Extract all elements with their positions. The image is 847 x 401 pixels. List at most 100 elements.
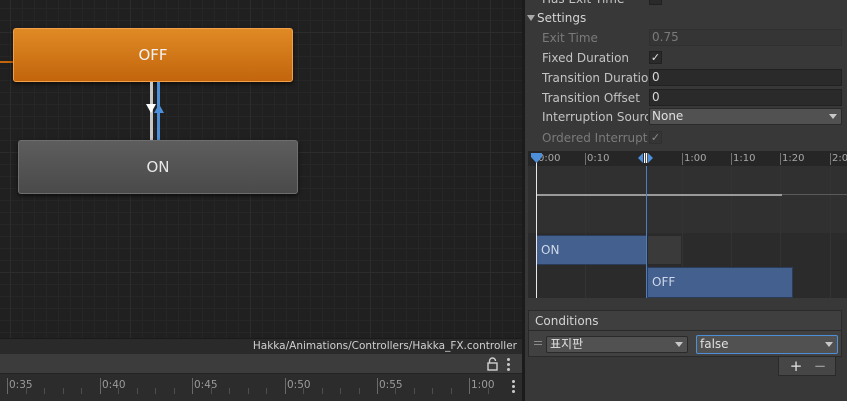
condition-parameter-value: 표지판: [550, 337, 584, 351]
kebab-menu-icon[interactable]: [512, 380, 515, 393]
ordered-interruption-label: Ordered Interruption: [542, 131, 648, 145]
preview-ruler-label: 2:0: [832, 153, 847, 164]
ruler-minor-tick: [451, 388, 452, 394]
lock-icon[interactable]: [487, 357, 498, 371]
ruler-tick: [100, 378, 101, 394]
dropdown-arrow-icon: [825, 342, 833, 347]
ruler-tick: [377, 378, 378, 394]
timeline-ruler[interactable]: 0:35 0:40 0:45 0:50 0:55 1:00: [0, 374, 522, 401]
ruler-minor-tick: [359, 388, 360, 394]
ruler-minor-tick: [340, 388, 341, 394]
blend-curve-tail: [782, 194, 847, 195]
transition-marker-line: [646, 166, 647, 298]
preview-tick: [682, 153, 683, 165]
has-exit-time-checkbox[interactable]: [649, 0, 662, 5]
transition-offset-field[interactable]: 0: [649, 89, 842, 106]
ruler-minor-tick: [81, 388, 82, 394]
transition-timeline-preview[interactable]: 0:00 0:10 1:00 1:10 1:20 2:0 ON OFF: [528, 151, 847, 298]
preview-tick: [731, 153, 732, 165]
condition-value-dropdown[interactable]: false: [696, 335, 838, 354]
interruption-source-dropdown[interactable]: None: [649, 108, 842, 125]
condition-row[interactable]: 표지판 false: [528, 331, 842, 357]
ruler-minor-tick: [395, 388, 396, 394]
ruler-tick: [469, 378, 470, 394]
incoming-transition-line: [0, 61, 13, 63]
source-state-bar[interactable]: ON: [536, 235, 647, 265]
state-node-on-label: ON: [146, 158, 170, 176]
destination-state-bar-label: OFF: [652, 275, 676, 289]
dropdown-arrow-icon: [829, 114, 837, 119]
settings-header-label: Settings: [537, 11, 587, 25]
ruler-label: 0:35: [9, 379, 33, 391]
ruler-minor-tick: [229, 388, 230, 394]
condition-parameter-dropdown[interactable]: 표지판: [546, 336, 688, 353]
exit-time-row: Exit Time 0.75: [525, 28, 847, 48]
preview-ruler-label: 1:20: [782, 153, 805, 164]
controller-path-bar: Hakka/Animations/Controllers/Hakka_FX.co…: [0, 338, 522, 354]
ruler-tick: [285, 378, 286, 394]
state-node-off-label: OFF: [138, 46, 168, 64]
transition-duration-field[interactable]: 0: [649, 69, 842, 86]
ruler-minor-tick: [248, 388, 249, 394]
bottom-toolbar: [0, 354, 522, 374]
animator-graph-canvas[interactable]: OFF ON: [0, 0, 522, 338]
ruler-label: 0:40: [102, 379, 126, 391]
ordered-interruption-checkbox[interactable]: ✓: [649, 131, 662, 144]
conditions-list: Conditions 표지판 false + −: [528, 310, 842, 376]
ruler-tick: [192, 378, 193, 394]
settings-foldout[interactable]: Settings: [525, 8, 847, 28]
conditions-header: Conditions: [528, 310, 842, 331]
ruler-label: 0:50: [287, 379, 311, 391]
preview-ruler-label: 1:00: [684, 153, 707, 164]
add-condition-button[interactable]: +: [787, 357, 805, 375]
controller-path: Hakka/Animations/Controllers/Hakka_FX.co…: [252, 340, 517, 352]
preview-ruler-label: 0:10: [587, 153, 610, 164]
add-remove-buttons: + −: [778, 357, 836, 376]
ruler-minor-tick: [118, 388, 119, 394]
transition-inspector: Has Exit Time Settings Exit Time 0.75 Fi…: [525, 0, 847, 401]
ruler-minor-tick: [432, 388, 433, 394]
state-node-on[interactable]: ON: [18, 140, 298, 194]
ruler-tick: [7, 378, 8, 394]
playhead-marker-icon[interactable]: [531, 153, 542, 163]
ruler-minor-tick: [44, 388, 45, 394]
preview-tick: [830, 153, 831, 165]
ordered-interruption-row: Ordered Interruption ✓: [525, 128, 847, 148]
ruler-label: 0:55: [379, 379, 403, 391]
source-state-bar-tail: [647, 235, 682, 265]
source-state-bar-label: ON: [541, 243, 560, 257]
transition-offset-row: Transition Offset 0: [525, 88, 847, 108]
blend-curve: [536, 194, 782, 196]
kebab-menu-icon[interactable]: [507, 358, 510, 371]
interruption-source-row: Interruption Source None: [525, 107, 847, 127]
ruler-minor-tick: [211, 388, 212, 394]
ruler-minor-tick: [266, 388, 267, 394]
exit-time-field[interactable]: 0.75: [649, 29, 842, 46]
destination-state-bar[interactable]: OFF: [647, 267, 793, 298]
drag-handle-icon[interactable]: [534, 341, 542, 347]
dropdown-arrow-icon: [675, 342, 683, 347]
preview-ruler-label: 1:10: [733, 153, 756, 164]
state-node-off[interactable]: OFF: [13, 28, 293, 82]
ruler-minor-tick: [26, 388, 27, 394]
preview-grid-line: [585, 166, 586, 298]
fold-triangle-icon[interactable]: [527, 15, 535, 21]
fixed-duration-label: Fixed Duration: [542, 51, 630, 65]
ruler-label: 0:45: [194, 379, 218, 391]
exit-time-label: Exit Time: [542, 31, 598, 45]
ruler-minor-tick: [137, 388, 138, 394]
interruption-source-value: None: [652, 109, 684, 123]
ruler-minor-tick: [174, 388, 175, 394]
ruler-minor-tick: [488, 388, 489, 394]
remove-condition-button[interactable]: −: [811, 357, 829, 375]
ruler-minor-tick: [322, 388, 323, 394]
fixed-duration-row: Fixed Duration ✓: [525, 48, 847, 68]
transition-offset-label: Transition Offset: [542, 91, 640, 105]
fixed-duration-checkbox[interactable]: ✓: [649, 51, 662, 64]
playhead-line: [536, 161, 537, 298]
ruler-minor-tick: [414, 388, 415, 394]
preview-tick: [585, 153, 586, 165]
transition-arrow-up-icon[interactable]: [154, 104, 164, 113]
ruler-minor-tick: [155, 388, 156, 394]
transition-range-handle-icon[interactable]: [638, 153, 653, 163]
